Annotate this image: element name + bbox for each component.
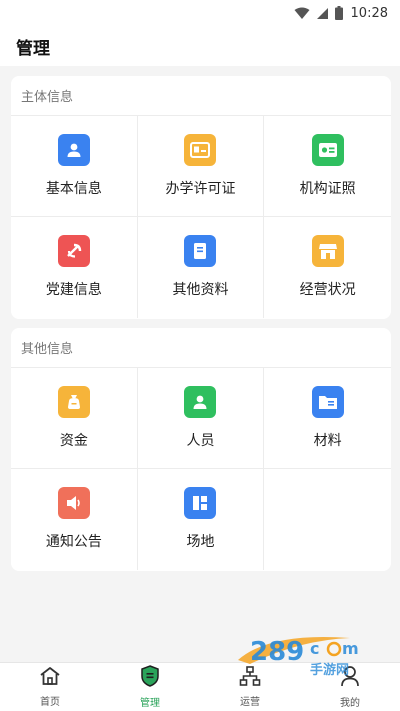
- grid-item-school-license[interactable]: 办学许可证: [137, 116, 265, 217]
- grid-item-empty: [264, 469, 391, 570]
- grid-item-announcements[interactable]: 通知公告: [11, 469, 138, 570]
- tab-label: 首页: [40, 697, 60, 708]
- grid-item-label: 资金: [59, 433, 88, 449]
- tab-home[interactable]: 首页: [0, 663, 100, 711]
- wifi-icon: [294, 7, 310, 20]
- hierarchy-icon: [239, 666, 261, 690]
- tab-label: 运营: [240, 697, 260, 708]
- signal-icon: [316, 7, 329, 20]
- user-icon: [340, 665, 360, 691]
- grid-item-business-status[interactable]: 经营状况: [264, 217, 391, 318]
- grid-item-label: 党建信息: [45, 282, 102, 298]
- tab-label: 管理: [140, 698, 160, 709]
- manage-shield-icon: [140, 665, 160, 691]
- speaker-icon: [57, 487, 90, 519]
- tab-operations[interactable]: 运营: [200, 663, 300, 711]
- section-grid: 基本信息 办学许可证 机构证照 党建信息 其他资料 经营状况: [11, 116, 391, 318]
- grid-item-label: 通知公告: [45, 534, 102, 550]
- app-header: 管理: [0, 26, 400, 66]
- grid-item-other-documents[interactable]: 其他资料: [138, 217, 265, 318]
- tab-mine[interactable]: 我的: [300, 663, 400, 711]
- bottom-tab-bar: 首页 管理 运营 我的: [0, 662, 400, 711]
- money-bag-icon: [57, 386, 90, 418]
- grid-item-materials[interactable]: 材料: [264, 368, 391, 469]
- grid-item-label: 人员: [186, 433, 215, 449]
- person-card-icon: [57, 134, 90, 166]
- grid-item-venue[interactable]: 场地: [138, 469, 265, 570]
- store-icon: [311, 235, 344, 267]
- license-card-icon: [184, 134, 217, 166]
- status-bar: 10:28: [0, 0, 400, 26]
- grid-item-funds[interactable]: 资金: [11, 368, 138, 469]
- tab-manage[interactable]: 管理: [100, 663, 200, 711]
- grid-item-party-info[interactable]: 党建信息: [11, 217, 138, 318]
- grid-item-label: 材料: [313, 433, 342, 449]
- section-card-other-info: 其他信息 资金 人员 材料 通知公告 场地: [11, 328, 391, 571]
- content-area: 主体信息 基本信息 办学许可证 机构证照 党建信息 其他资料 经营状况 其他信息…: [0, 66, 400, 662]
- person-icon: [184, 386, 217, 418]
- tab-label: 我的: [340, 698, 360, 709]
- section-grid: 资金 人员 材料 通知公告 场地: [11, 368, 391, 570]
- grid-item-label: 基本信息: [45, 181, 102, 197]
- grid-item-label: 其他资料: [172, 282, 229, 298]
- grid-item-label: 场地: [186, 534, 215, 550]
- battery-icon: [334, 6, 343, 20]
- grid-item-basic-info[interactable]: 基本信息: [11, 116, 138, 217]
- status-time: 10:28: [350, 5, 388, 21]
- page-title: 管理: [16, 38, 50, 59]
- folder-icon: [311, 386, 344, 418]
- grid-item-label: 机构证照: [299, 181, 356, 197]
- id-card-icon: [311, 134, 344, 166]
- section-title: 其他信息: [11, 328, 391, 368]
- party-emblem-icon: [57, 235, 90, 267]
- grid-item-label: 办学许可证: [165, 181, 236, 197]
- section-card-main-info: 主体信息 基本信息 办学许可证 机构证照 党建信息 其他资料 经营状况: [11, 76, 391, 319]
- section-title: 主体信息: [11, 76, 391, 116]
- grid-item-org-certificate[interactable]: 机构证照: [264, 116, 391, 217]
- document-icon: [184, 235, 217, 267]
- grid-item-personnel[interactable]: 人员: [137, 368, 265, 469]
- layout-icon: [184, 487, 217, 519]
- grid-item-label: 经营状况: [299, 282, 356, 298]
- home-icon: [39, 666, 61, 690]
